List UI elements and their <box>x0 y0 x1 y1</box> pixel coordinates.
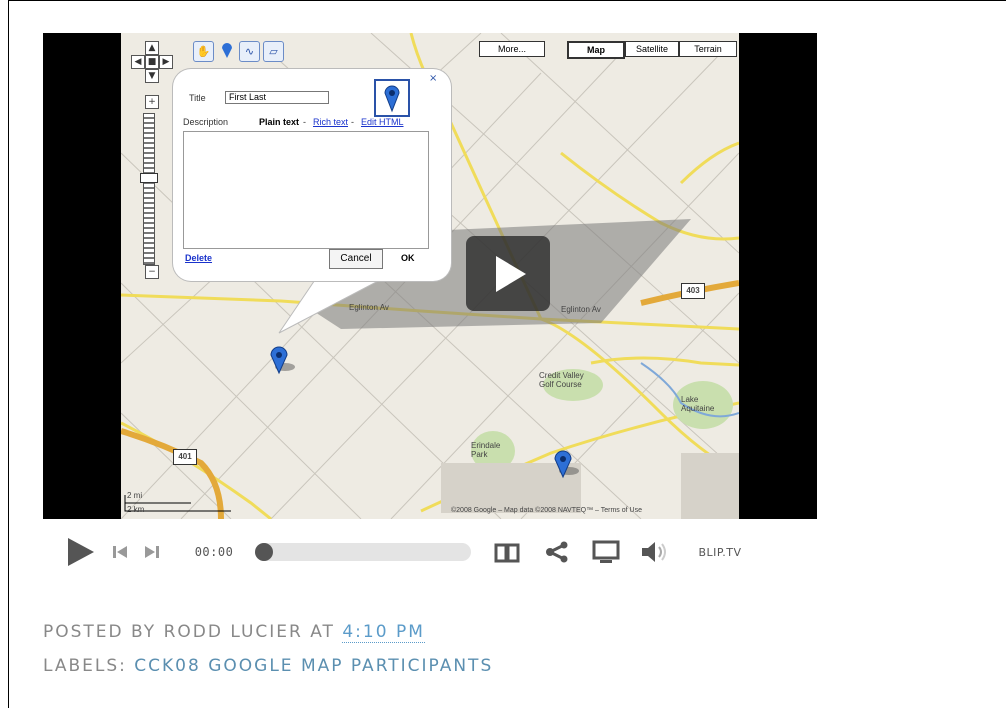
delete-link[interactable]: Delete <box>185 253 212 263</box>
playback-time: 00:00 <box>194 545 234 559</box>
play-icon <box>68 538 94 566</box>
skip-back-icon <box>113 546 127 558</box>
zoom-slider-track[interactable] <box>143 113 155 265</box>
marker-pin-left[interactable] <box>270 346 295 375</box>
plain-text-option[interactable]: Plain text <box>259 117 299 127</box>
bliptv-logo[interactable]: BLIP.TV <box>680 533 760 571</box>
skip-forward-icon <box>145 546 159 558</box>
progress-bar[interactable] <box>255 543 471 561</box>
zoom-slider-thumb[interactable] <box>140 173 158 183</box>
pan-left-button[interactable]: ◀ <box>131 55 145 69</box>
player-controls: 00:00 BLIP.TV <box>60 533 820 571</box>
share-icon <box>546 541 568 563</box>
cancel-button[interactable]: Cancel <box>329 249 383 269</box>
video-play-overlay-button[interactable] <box>466 236 550 311</box>
book-icon <box>494 543 520 563</box>
placemark-tool-icon[interactable] <box>217 41 236 60</box>
rich-text-link[interactable]: Rich text <box>313 117 348 127</box>
highway-403-shield: 403 <box>681 283 705 299</box>
map-screenshot: ▲ ◀ ■ ▶ ▼ + − ✋ ∿ ▱ More... Map Satellit… <box>121 33 739 519</box>
scale-label-km: 2 km <box>127 505 145 514</box>
ok-button[interactable]: OK <box>401 253 415 263</box>
place-label-park: Erindale Park <box>471 441 501 459</box>
pan-down-button[interactable]: ▼ <box>145 69 159 83</box>
description-textarea[interactable] <box>183 131 429 249</box>
post-time-link[interactable]: 4:10 PM <box>342 622 425 643</box>
posted-by-line: POSTED BY RODD LUCIER AT 4:10 PM <box>43 622 425 643</box>
highway-401-shield: 401 <box>173 449 197 465</box>
map-attribution: ©2008 Google – Map data ©2008 NAVTEQ™ – … <box>451 507 642 514</box>
title-input[interactable]: First Last <box>225 91 329 104</box>
fullscreen-button[interactable] <box>590 533 622 571</box>
monitor-icon <box>592 540 620 563</box>
maptype-map-button[interactable]: Map <box>567 41 625 59</box>
title-label: Title <box>189 93 206 103</box>
play-button[interactable] <box>60 533 100 571</box>
maptype-satellite-button[interactable]: Satellite <box>625 41 679 57</box>
placemark-icon <box>221 43 232 58</box>
line-tool-icon[interactable]: ∿ <box>239 41 260 62</box>
share-button[interactable] <box>542 533 572 571</box>
speaker-icon <box>642 542 666 562</box>
pan-up-button[interactable]: ▲ <box>145 41 159 55</box>
marker-preview-icon[interactable] <box>374 79 410 117</box>
maptype-more-button[interactable]: More... <box>479 41 545 57</box>
place-label-golf: Credit Valley Golf Course <box>539 371 584 389</box>
chapters-button[interactable] <box>492 533 522 571</box>
video-player[interactable]: ▲ ◀ ■ ▶ ▼ + − ✋ ∿ ▱ More... Map Satellit… <box>43 33 817 519</box>
pan-center-button[interactable]: ■ <box>145 55 159 69</box>
maptype-terrain-button[interactable]: Terrain <box>679 41 737 57</box>
zoom-in-button[interactable]: + <box>145 95 159 109</box>
progress-knob[interactable] <box>255 543 273 561</box>
road-label-2: Eglinton Av <box>561 305 601 314</box>
zoom-out-button[interactable]: − <box>145 265 159 279</box>
hand-tool-icon[interactable]: ✋ <box>193 41 214 62</box>
labels-prefix: LABELS: <box>43 656 135 676</box>
edit-html-link[interactable]: Edit HTML <box>361 117 404 127</box>
pan-right-button[interactable]: ▶ <box>159 55 173 69</box>
placemark-edit-popup: Title First Last × Description Plain tex… <box>173 69 451 281</box>
next-button[interactable] <box>140 533 164 571</box>
play-icon <box>496 256 526 292</box>
close-icon[interactable]: × <box>429 73 437 84</box>
posted-by-text: POSTED BY RODD LUCIER AT <box>43 622 343 642</box>
label-link[interactable]: CCK08 GOOGLE MAP PARTICIPANTS <box>134 656 493 676</box>
labels-line: LABELS: CCK08 GOOGLE MAP PARTICIPANTS <box>43 656 493 676</box>
place-label-lake: Lake Aquitaine <box>681 395 715 413</box>
scale-label-miles: 2 mi <box>127 491 143 500</box>
volume-button[interactable] <box>638 533 670 571</box>
shape-tool-icon[interactable]: ▱ <box>263 41 284 62</box>
previous-button[interactable] <box>108 533 132 571</box>
separator-2: - <box>351 117 354 127</box>
description-label: Description <box>183 117 229 127</box>
separator-1: - <box>303 117 306 127</box>
road-label: Eglinton Av <box>349 303 389 312</box>
